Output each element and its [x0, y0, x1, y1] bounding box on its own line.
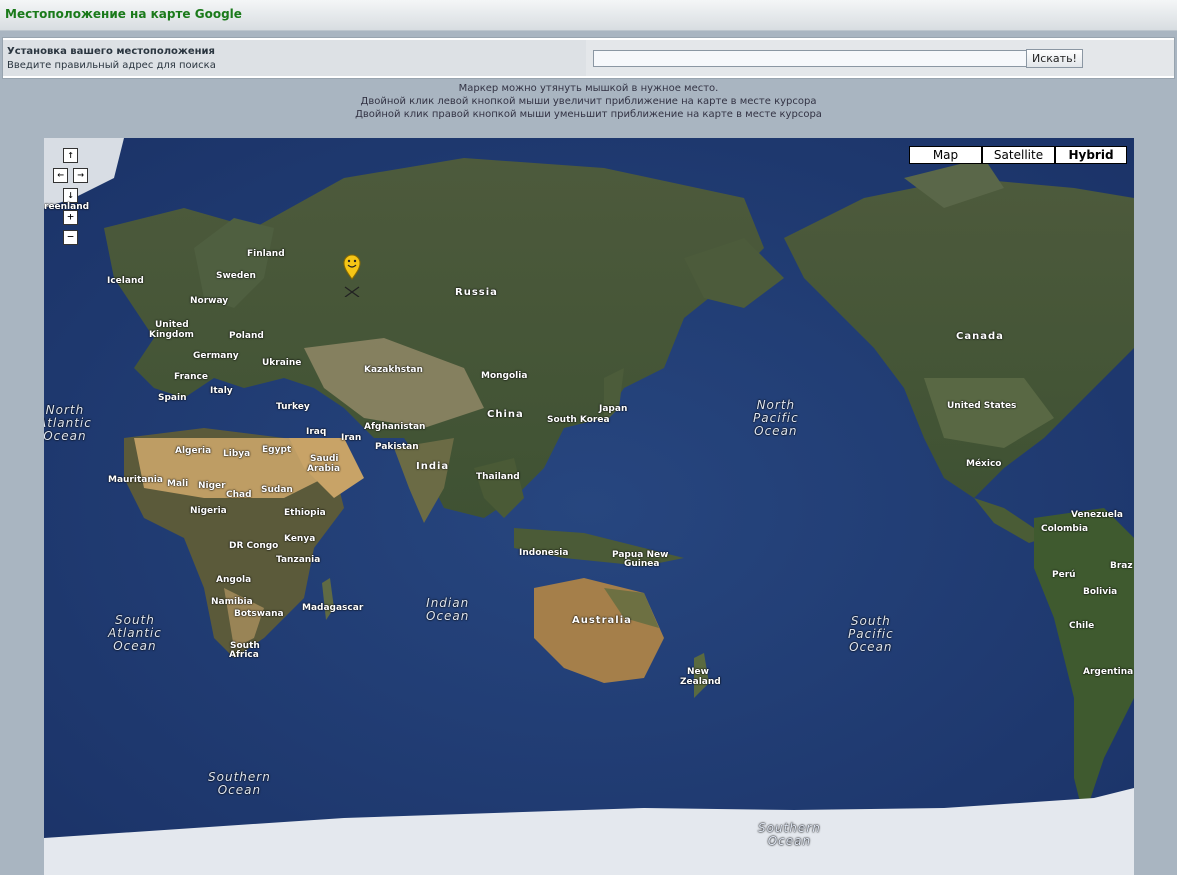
map-label-australia: Australia — [572, 615, 632, 626]
map-type-hybrid-button[interactable]: Hybrid — [1055, 146, 1127, 164]
ocean-label-south-atlantic: South Atlantic Ocean — [108, 614, 162, 653]
ocean-label-line: Ocean — [217, 783, 262, 797]
map-label-niger: Niger — [198, 481, 226, 491]
map-label-bolivia: Bolivia — [1083, 587, 1118, 597]
map-label-venezuela: Venezuela — [1071, 510, 1123, 520]
location-form: Установка вашего местоположения Введите … — [2, 37, 1175, 79]
map-label-colombia: Colombia — [1041, 524, 1089, 534]
map-label-algeria: Algeria — [175, 446, 212, 456]
map-label-angola: Angola — [216, 575, 252, 585]
ocean-label-line: Ocean — [754, 424, 798, 438]
ocean-label-line: Ocean — [767, 834, 812, 848]
map-label-sweden: Sweden — [216, 271, 256, 281]
ocean-label-line: Ocean — [849, 640, 893, 654]
map-label-ukraine: Ukraine — [262, 358, 302, 368]
map-label-saudi-arabia: Saudi — [310, 454, 339, 464]
map-label-namibia: Namibia — [211, 597, 253, 607]
map-label-iran: Iran — [341, 433, 362, 443]
map-label-peru: Perú — [1052, 570, 1076, 580]
ocean-label-line: Ocean — [426, 609, 470, 623]
map-label-russia: Russia — [455, 287, 498, 298]
map-label-finland: Finland — [247, 249, 285, 259]
instruction-line: Двойной клик левой кнопкой мыши увеличит… — [360, 96, 817, 107]
map-label-papua-new-guinea-2: Guinea — [624, 559, 660, 569]
map-label-afghanistan: Afghanistan — [364, 422, 426, 432]
map-label-poland: Poland — [229, 331, 264, 341]
map-label-united-states: United States — [947, 401, 1017, 411]
map-label-kazakhstan: Kazakhstan — [364, 365, 423, 375]
location-title: Установка вашего местоположения — [7, 46, 215, 57]
address-search-input[interactable] — [593, 50, 1028, 67]
map-label-egypt: Egypt — [262, 445, 292, 455]
location-hint: Введите правильный адрес для поиска — [7, 60, 216, 71]
map-type-satellite-button[interactable]: Satellite — [982, 146, 1055, 164]
map-label-new-zealand: New — [687, 667, 709, 677]
map-label-new-zealand-2: Zealand — [680, 677, 721, 687]
map-label-united-kingdom: United — [155, 320, 189, 330]
ocean-label-south-pacific: South Pacific Ocean — [848, 615, 894, 654]
zoom-in-icon[interactable]: + — [63, 210, 78, 225]
map-label-argentina: Argentina — [1083, 667, 1134, 677]
map-label-norway: Norway — [190, 296, 229, 306]
map-label-chile: Chile — [1069, 621, 1095, 631]
map-label-greenland: reenland — [44, 202, 90, 212]
map-label-mauritania: Mauritania — [108, 475, 163, 485]
map-label-iraq: Iraq — [306, 427, 327, 437]
map-label-pakistan: Pakistan — [375, 442, 419, 452]
map-label-germany: Germany — [193, 351, 239, 361]
map-label-tanzania: Tanzania — [276, 555, 321, 565]
page-title: Местоположение на карте Google — [5, 7, 242, 21]
map-label-japan: Japan — [599, 404, 628, 414]
ocean-label-southern-west: Southern Ocean — [208, 771, 271, 797]
map-viewport[interactable]: ↑ ← → ↓ + − Map Satellite Hybrid reenlan… — [44, 138, 1134, 875]
map-label-mali: Mali — [167, 479, 189, 489]
map-label-south-africa-2: Africa — [229, 650, 259, 660]
map-label-ethiopia: Ethiopia — [284, 508, 326, 518]
map-label-saudi-arabia-2: Arabia — [307, 464, 341, 474]
map-label-united-kingdom-2: Kingdom — [149, 330, 194, 340]
map-label-indonesia: Indonesia — [519, 548, 569, 558]
map-label-botswana: Botswana — [234, 609, 284, 619]
ocean-label-north-atlantic: North Atlantic Ocean — [44, 404, 92, 443]
map-label-china: China — [487, 409, 524, 420]
map-label-turkey: Turkey — [276, 402, 310, 412]
map-label-mexico: México — [966, 459, 1002, 469]
ocean-label-north-pacific: North Pacific Ocean — [753, 399, 799, 438]
arrow-down-icon[interactable]: ↓ — [63, 188, 78, 203]
zoom-out-icon[interactable]: − — [63, 230, 78, 245]
instruction-line: Маркер можно утянуть мышкой в нужное мес… — [458, 83, 719, 94]
map-label-brazil: Braz — [1110, 561, 1133, 571]
ocean-label-indian: Indian Ocean — [426, 597, 469, 623]
ocean-label-line: Ocean — [113, 639, 157, 653]
map-label-libya: Libya — [223, 449, 251, 459]
map-instructions: Маркер можно утянуть мышкой в нужное мес… — [0, 82, 1177, 121]
arrow-left-icon[interactable]: ← — [53, 168, 68, 183]
location-label-cell: Установка вашего местоположения Введите … — [3, 40, 586, 76]
arrow-up-icon[interactable]: ↑ — [63, 148, 78, 163]
map-label-italy: Italy — [210, 386, 233, 396]
map-label-south-korea: South Korea — [547, 415, 610, 425]
map-label-dr-congo: DR Congo — [229, 541, 279, 551]
ocean-label-southern-east: Southern Ocean — [758, 822, 821, 848]
ocean-label-line: Ocean — [44, 429, 87, 443]
map-label-france: France — [174, 372, 208, 382]
instruction-line: Двойной клик правой кнопкой мыши уменьши… — [355, 109, 822, 120]
map-label-kenya: Kenya — [284, 534, 316, 544]
search-button[interactable]: Искать! — [1026, 49, 1083, 68]
map-label-sudan: Sudan — [261, 485, 293, 495]
map-label-mongolia: Mongolia — [481, 371, 528, 381]
map-type-map-button[interactable]: Map — [909, 146, 982, 164]
map-label-iceland: Iceland — [107, 276, 144, 286]
map-label-nigeria: Nigeria — [190, 506, 227, 516]
map-label-chad: Chad — [226, 490, 252, 500]
map-label-spain: Spain — [158, 393, 187, 403]
map-label-madagascar: Madagascar — [302, 603, 364, 613]
page-header: Местоположение на карте Google — [0, 0, 1177, 31]
arrow-right-icon[interactable]: → — [73, 168, 88, 183]
map-label-india: India — [416, 461, 450, 472]
location-marker-icon[interactable] — [342, 253, 362, 297]
map-label-thailand: Thailand — [476, 472, 520, 482]
map-label-canada: Canada — [956, 331, 1004, 342]
